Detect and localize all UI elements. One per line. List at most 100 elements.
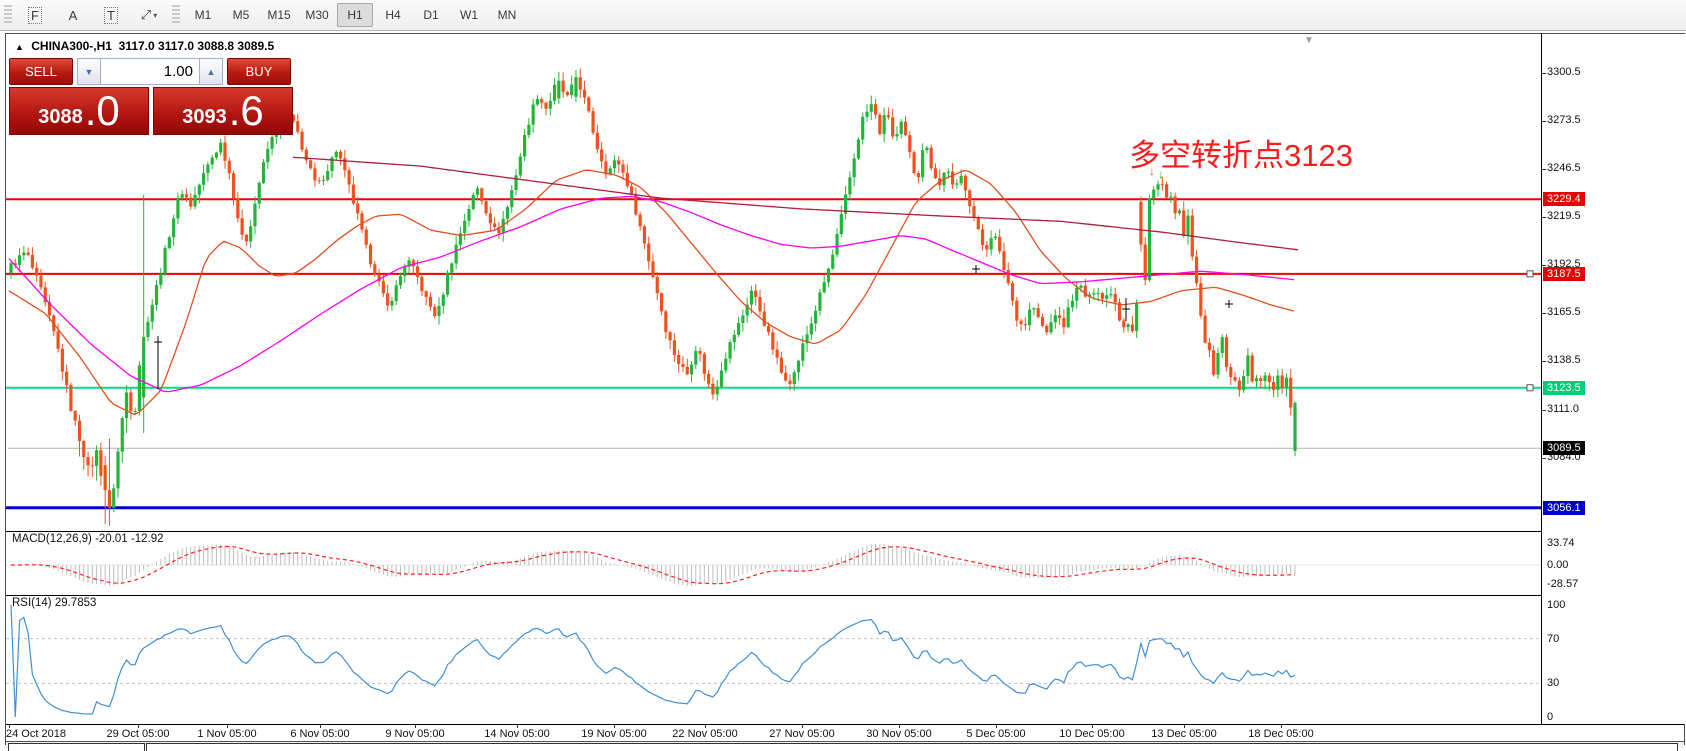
timeframe-button-w1[interactable]: W1	[451, 3, 487, 27]
candle-body	[1105, 295, 1108, 299]
date-axis[interactable]: 24 Oct 201829 Oct 05:001 Nov 05:006 Nov …	[6, 724, 1684, 741]
candle-body	[934, 168, 937, 178]
crosshair-mark	[1225, 300, 1233, 308]
candle-body	[313, 168, 316, 180]
chart-ohlc: 3117.0 3117.0 3088.8 3089.5	[119, 39, 275, 53]
buy-button[interactable]: BUY	[227, 58, 291, 85]
text-annotation-icon[interactable]: A	[55, 3, 91, 27]
timeframe-button-m15[interactable]: M15	[261, 3, 297, 27]
timeframe-button-h4[interactable]: H4	[375, 3, 411, 27]
candle-body	[309, 160, 312, 168]
volume-increment-button[interactable]: ▲	[199, 58, 223, 85]
candle-body	[549, 101, 552, 109]
macd-indicator-pane[interactable]	[6, 531, 1541, 595]
date-label: 19 Nov 05:00	[581, 728, 646, 740]
axis-tick-mark	[1542, 361, 1546, 362]
candle-body	[228, 161, 231, 173]
candle-body	[399, 276, 402, 285]
candle-body	[930, 148, 933, 169]
candle-body	[1015, 301, 1018, 321]
sell-button[interactable]: SELL	[9, 58, 73, 85]
candle-body	[677, 355, 680, 364]
rsi-line	[11, 605, 1295, 717]
toolbar-drag-handle[interactable]	[4, 5, 12, 25]
candle-body	[1037, 308, 1040, 317]
candle-body	[960, 176, 963, 184]
line-drag-handle[interactable]	[1527, 271, 1533, 277]
axis-tick-label: 33.74	[1547, 537, 1575, 549]
candle-body	[818, 292, 821, 310]
date-label: 24 Oct 2018	[6, 728, 66, 740]
candle-body	[720, 370, 723, 386]
candle-body	[964, 176, 967, 191]
candle-body	[874, 104, 877, 115]
candle-body	[395, 285, 398, 301]
candle-body	[403, 267, 406, 277]
candle-body	[767, 326, 770, 332]
candle-body	[523, 135, 526, 157]
rsi-indicator-pane[interactable]	[6, 595, 1541, 724]
candle-body	[343, 158, 346, 170]
candle-body	[211, 158, 214, 165]
chart-tab[interactable]	[146, 743, 1678, 751]
candle-body	[202, 173, 205, 185]
candle-body	[1019, 321, 1022, 324]
price-axis[interactable]: 3300.53273.53246.53219.53192.53165.53138…	[1541, 34, 1685, 724]
candle-body	[1114, 294, 1117, 302]
ask-price-display[interactable]: 3093 .6	[153, 87, 293, 135]
arrows-tool-icon[interactable]: ⤢▾	[131, 3, 167, 27]
volume-input[interactable]	[101, 58, 199, 85]
candle-body	[151, 305, 154, 322]
line-drag-handle[interactable]	[1527, 385, 1533, 391]
crosshair-mark	[972, 265, 980, 273]
axis-tick-label: 30	[1547, 677, 1559, 689]
candle-body	[112, 488, 115, 508]
candle-body	[1131, 324, 1134, 331]
date-label: 6 Nov 05:00	[290, 728, 349, 740]
toolbar-drag-handle[interactable]	[172, 5, 180, 25]
chart-tab[interactable]	[8, 743, 145, 751]
candle-body	[1097, 293, 1100, 294]
collapse-icon[interactable]: ▲	[15, 42, 24, 52]
crosshair-mark	[1122, 298, 1130, 321]
date-label: 5 Dec 05:00	[966, 728, 1025, 740]
candle-body	[1139, 202, 1142, 245]
candle-body	[142, 337, 145, 398]
timeframe-button-h1[interactable]: H1	[337, 3, 373, 27]
timeframe-button-m1[interactable]: M1	[185, 3, 221, 27]
trading-platform-window: FAT⤢▾ M1M5M15M30H1H4D1W1MN ▲ CHINA300-,H…	[0, 0, 1686, 751]
candle-body	[797, 361, 800, 373]
macd-label: MACD(12,26,9) -20.01 -12.92	[12, 533, 164, 545]
timeframe-button-m5[interactable]: M5	[223, 3, 259, 27]
candle-body	[1161, 184, 1164, 185]
candle-body	[446, 273, 449, 295]
candle-body	[176, 198, 179, 219]
timeframe-button-m30[interactable]: M30	[299, 3, 335, 27]
candle-body	[574, 77, 577, 97]
candle-body	[1028, 310, 1031, 326]
dropdown-caret-icon[interactable]: ▾	[153, 11, 157, 20]
timeframe-group: M1M5M15M30H1H4D1W1MN	[184, 3, 526, 27]
candle-body	[801, 343, 804, 360]
axis-tick-mark	[1542, 217, 1546, 218]
candle-body	[724, 359, 727, 371]
candle-body	[433, 307, 436, 316]
candle-body	[673, 340, 676, 355]
axis-tick-label: 70	[1547, 633, 1559, 645]
candle-body	[1071, 301, 1074, 308]
chart-shift-marker-icon[interactable]: ▼	[1304, 35, 1314, 46]
candle-body	[532, 105, 535, 125]
timeframe-button-d1[interactable]: D1	[413, 3, 449, 27]
candle-body	[442, 295, 445, 306]
candle-body	[1251, 355, 1254, 381]
candle-body	[835, 234, 838, 255]
candle-body	[698, 351, 701, 354]
bid-price-display[interactable]: 3088 .0	[9, 87, 149, 135]
candle-body	[681, 364, 684, 367]
axis-tick-mark	[1542, 458, 1546, 459]
volume-decrement-button[interactable]: ▼	[77, 58, 101, 85]
text-box-icon[interactable]: T	[93, 3, 129, 27]
candle-body	[596, 133, 599, 150]
grid-snap-icon[interactable]: F	[17, 3, 53, 27]
timeframe-button-mn[interactable]: MN	[489, 3, 525, 27]
